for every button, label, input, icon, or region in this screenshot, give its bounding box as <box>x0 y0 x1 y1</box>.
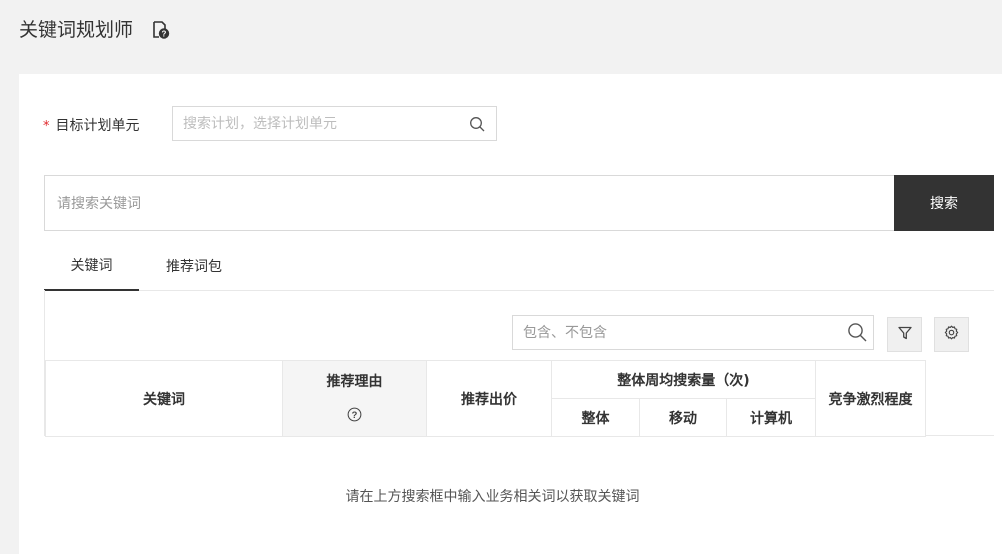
keyword-search-button[interactable]: 搜索 <box>894 175 994 231</box>
keyword-search-input[interactable] <box>57 194 857 214</box>
column-header-competition: 竞争激烈程度 <box>815 360 926 437</box>
column-header-weekly-volume: 整体周均搜索量（次) <box>551 360 816 399</box>
required-mark: * <box>43 119 50 134</box>
column-header-bid: 推荐出价 <box>426 360 552 437</box>
include-exclude-filter[interactable] <box>512 315 874 350</box>
search-icon[interactable] <box>469 116 485 132</box>
question-circle-icon[interactable]: ? <box>347 407 362 426</box>
tabs-bar: 关键词 推荐词包 <box>44 240 994 291</box>
column-header-volume-mobile: 移动 <box>639 398 727 437</box>
keyword-search-box[interactable] <box>44 175 895 231</box>
svg-text:?: ? <box>162 30 167 39</box>
column-header-volume-total: 整体 <box>551 398 640 437</box>
unit-field-label: * 目标计划单元 <box>43 115 140 135</box>
filter-funnel-icon <box>897 325 912 344</box>
reason-header-label: 推荐理由 <box>326 374 383 390</box>
empty-state-text: 请在上方搜索框中输入业务相关词以获取关键词 <box>345 489 640 505</box>
unit-label-text: 目标计划单元 <box>55 118 140 134</box>
column-header-keyword: 关键词 <box>45 360 283 437</box>
unit-search-input[interactable] <box>183 115 453 133</box>
svg-text:?: ? <box>352 410 358 420</box>
search-icon[interactable] <box>847 322 867 342</box>
keyword-table: 关键词 推荐理由 ? 推荐出价 整体周均搜索量（次) 竞争激烈程度 整体 移动 … <box>45 360 926 437</box>
column-header-reason: 推荐理由 ? <box>282 360 427 437</box>
column-header-volume-pc: 计算机 <box>726 398 816 437</box>
include-exclude-input[interactable] <box>523 324 833 342</box>
keyword-table-panel: 关键词 推荐理由 ? 推荐出价 整体周均搜索量（次) 竞争激烈程度 <box>44 290 994 437</box>
unit-search-select[interactable] <box>172 106 497 141</box>
page-header: 关键词规划师 ? <box>0 0 1002 74</box>
page-title: 关键词规划师 <box>19 19 134 41</box>
column-settings-button[interactable] <box>934 317 969 352</box>
tab-keywords[interactable]: 关键词 <box>44 240 139 291</box>
filter-button[interactable] <box>887 317 922 352</box>
tab-recommended-packages[interactable]: 推荐词包 <box>139 240 249 291</box>
help-document-icon[interactable]: ? <box>151 20 171 40</box>
gear-icon <box>944 325 959 344</box>
main-card: * 目标计划单元 搜索 关键词 推荐词包 <box>19 74 1002 554</box>
empty-state-message: 请在上方搜索框中输入业务相关词以获取关键词 <box>19 486 1002 506</box>
